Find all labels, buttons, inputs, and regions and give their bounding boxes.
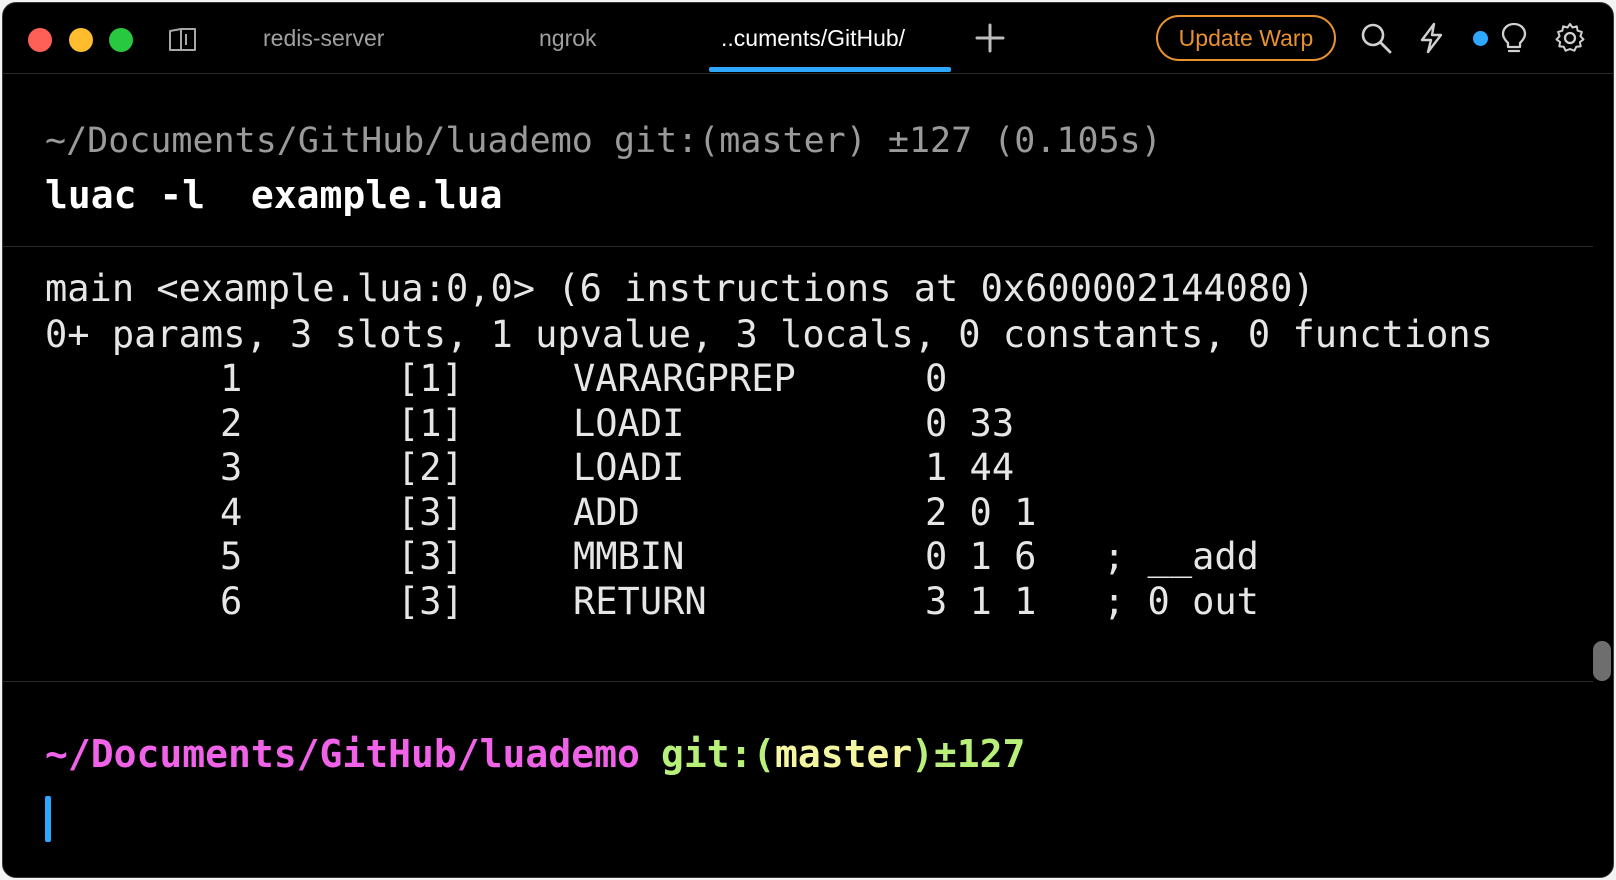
output-header-main: main <example.lua:0,0> (6 instructions a… xyxy=(45,267,1315,310)
instruction-index: 4 xyxy=(220,491,243,534)
instruction-comment: ; 0 out xyxy=(1103,580,1259,623)
instruction-args: 2 0 1 xyxy=(925,491,1037,534)
prompt-git-branch: master xyxy=(775,732,913,776)
input-cursor[interactable] xyxy=(45,796,51,842)
prompt-git-prefix: git:( xyxy=(661,732,776,776)
instruction-opcode: LOADI xyxy=(573,446,685,489)
instruction-opcode: ADD xyxy=(573,491,640,534)
instruction-index: 6 xyxy=(220,580,243,623)
command-output-block[interactable]: main <example.lua:0,0> (6 instructions a… xyxy=(3,247,1593,682)
tab-github-active[interactable]: ..cuments/GitHub/ xyxy=(721,25,905,52)
notification-dot xyxy=(1473,31,1488,46)
instruction-line: [3] xyxy=(397,491,464,534)
minimize-window-button[interactable] xyxy=(69,28,93,52)
instruction-line: [1] xyxy=(397,357,464,400)
instruction-line: [3] xyxy=(397,535,464,578)
instruction-index: 2 xyxy=(220,402,243,445)
instruction-args: 0 33 xyxy=(925,402,1015,445)
instruction-opcode: VARARGPREP xyxy=(573,357,796,400)
executed-command: luac -l example.lua xyxy=(45,173,503,217)
settings-gear-icon[interactable] xyxy=(1553,21,1587,55)
instruction-opcode: RETURN xyxy=(573,580,707,623)
prompt-git-status: )±127 xyxy=(911,732,1026,776)
tab-redis-server[interactable]: redis-server xyxy=(263,25,384,52)
instruction-line: [1] xyxy=(397,402,464,445)
command-block-luac[interactable]: ~/Documents/GitHub/luademo git:(master) … xyxy=(3,73,1593,247)
previous-prompt: ~/Documents/GitHub/luademo git:(master) … xyxy=(45,121,1162,161)
lightning-bolt-icon[interactable] xyxy=(1415,21,1449,55)
instruction-args: 1 44 xyxy=(925,446,1015,489)
search-icon[interactable] xyxy=(1359,21,1393,55)
zoom-window-button[interactable] xyxy=(109,28,133,52)
active-tab-indicator xyxy=(709,67,951,72)
tab-ngrok[interactable]: ngrok xyxy=(539,25,597,52)
prompt-path: ~/Documents/GitHub/luademo xyxy=(45,732,640,776)
active-input-block[interactable]: ~/Documents/GitHub/luademo git:( master … xyxy=(3,682,1613,877)
close-window-button[interactable] xyxy=(28,28,52,52)
instruction-args: 3 1 1 xyxy=(925,580,1037,623)
instruction-line: [3] xyxy=(397,580,464,623)
new-tab-plus-icon[interactable] xyxy=(973,21,1007,55)
instruction-index: 1 xyxy=(220,357,243,400)
scrollbar-thumb[interactable] xyxy=(1593,641,1611,681)
update-warp-button[interactable]: Update Warp xyxy=(1156,15,1336,61)
output-header-params: 0+ params, 3 slots, 1 upvalue, 3 locals,… xyxy=(45,313,1493,356)
terminal-window: redis-server ngrok ..cuments/GitHub/ Upd… xyxy=(2,2,1614,878)
instruction-comment: ; __add xyxy=(1103,535,1259,578)
lightbulb-icon[interactable] xyxy=(1497,21,1531,55)
instruction-line: [2] xyxy=(397,446,464,489)
sidebar-toggle-icon[interactable] xyxy=(167,25,201,55)
instruction-args: 0 1 6 xyxy=(925,535,1037,578)
instruction-index: 3 xyxy=(220,446,243,489)
instruction-opcode: LOADI xyxy=(573,402,685,445)
instruction-opcode: MMBIN xyxy=(573,535,685,578)
instruction-index: 5 xyxy=(220,535,243,578)
instruction-args: 0 xyxy=(925,357,948,400)
title-bar: redis-server ngrok ..cuments/GitHub/ Upd… xyxy=(3,3,1613,74)
